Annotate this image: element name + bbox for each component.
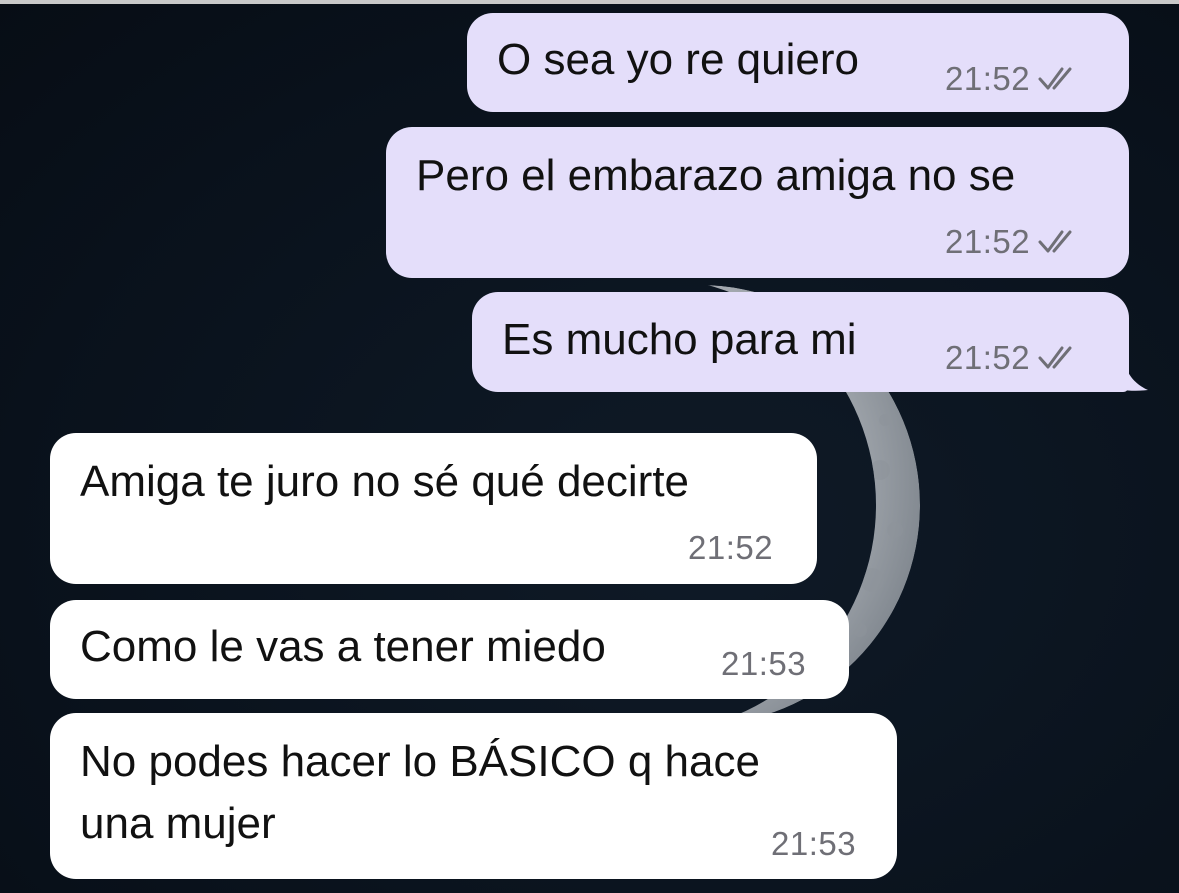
message-meta: 21:53 [771,825,856,863]
bubble-tail [1110,350,1148,391]
message-meta: 21:52 [945,60,1082,98]
message-text: O sea yo re quiero [497,35,859,84]
message-timestamp: 21:52 [945,223,1031,260]
message-text: Amiga te juro no sé qué decirte [80,457,690,506]
message-timestamp: 21:53 [721,645,807,682]
message-bubble-incoming[interactable]: No podes hacer lo BÁSICO q hace una muje… [50,713,897,879]
message-bubble-outgoing[interactable]: O sea yo re quiero 21:52 [467,13,1129,112]
message-timestamp: 21:52 [945,60,1031,97]
double-check-icon [1038,67,1072,90]
double-check-icon [1038,346,1072,369]
message-meta: 21:53 [721,645,806,683]
message-bubble-outgoing[interactable]: Pero el embarazo amiga no se 21:52 [386,127,1129,278]
message-text: Es mucho para mi [502,315,857,364]
double-check-icon [1038,230,1072,253]
message-text: Pero el embarazo amiga no se [416,151,1016,200]
message-timestamp: 21:52 [945,339,1031,376]
message-bubble-incoming[interactable]: Como le vas a tener miedo 21:53 [50,600,849,699]
message-timestamp: 21:53 [771,825,857,862]
message-meta: 21:52 [945,339,1082,377]
message-bubble-incoming[interactable]: Amiga te juro no sé qué decirte 21:52 [50,433,817,584]
message-meta: 21:52 [688,529,773,567]
message-bubble-outgoing[interactable]: Es mucho para mi 21:52 [472,292,1129,392]
message-text: No podes hacer lo BÁSICO q hace una muje… [80,737,760,848]
message-text: Como le vas a tener miedo [80,622,606,671]
message-meta: 21:52 [945,223,1082,261]
message-timestamp: 21:52 [688,529,774,566]
